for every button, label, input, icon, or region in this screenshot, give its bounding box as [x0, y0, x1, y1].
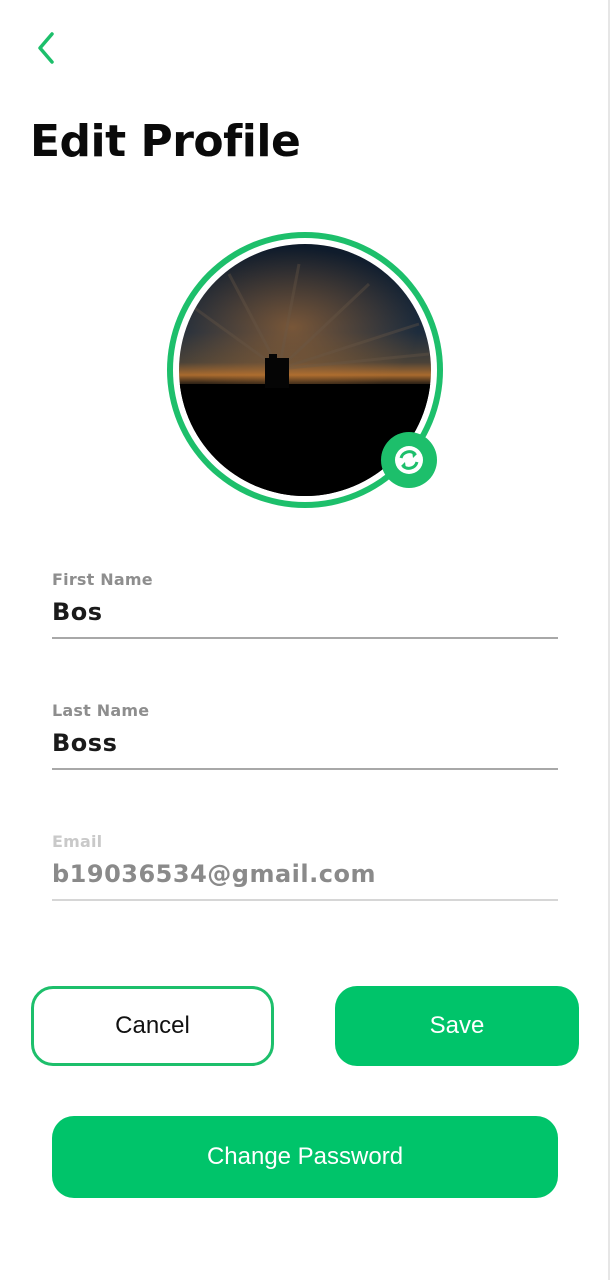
last-name-input[interactable]: Boss: [52, 726, 558, 760]
first-name-field: First Name Bos: [52, 570, 558, 639]
first-name-underline: [52, 637, 558, 639]
email-input: b19036534@gmail.com: [52, 860, 376, 888]
change-password-button[interactable]: Change Password: [52, 1116, 558, 1198]
first-name-label: First Name: [52, 570, 153, 589]
back-button[interactable]: [26, 28, 66, 68]
swap-photo-icon: [395, 446, 423, 474]
last-name-underline: [52, 768, 558, 770]
email-label: Email: [52, 832, 103, 851]
page-title: Edit Profile: [30, 116, 301, 167]
avatar: [167, 232, 443, 508]
last-name-field: Last Name Boss: [52, 701, 558, 770]
email-field: Email b19036534@gmail.com: [52, 832, 558, 901]
last-name-label: Last Name: [52, 701, 150, 720]
save-button[interactable]: Save: [335, 986, 579, 1066]
first-name-input[interactable]: Bos: [52, 595, 558, 629]
chevron-left-icon: [38, 32, 54, 64]
cancel-button[interactable]: Cancel: [31, 986, 274, 1066]
change-photo-button[interactable]: [381, 432, 437, 488]
email-underline: [52, 899, 558, 901]
